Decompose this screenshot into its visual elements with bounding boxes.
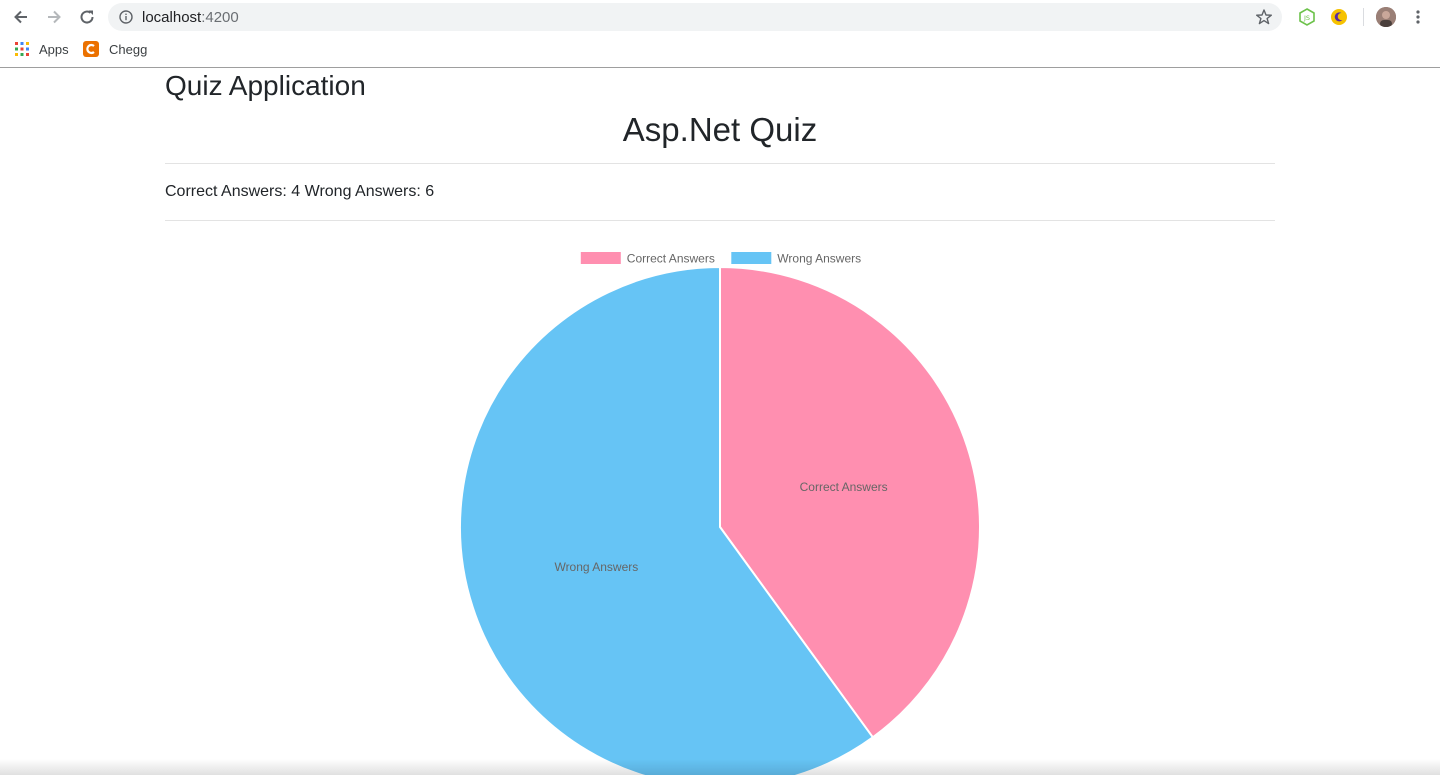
slice-label: Correct Answers [800, 480, 888, 494]
chegg-icon [83, 41, 99, 57]
window-bottom-shadow [0, 759, 1440, 775]
reload-icon[interactable] [75, 5, 99, 29]
bookmark-apps[interactable]: Apps [15, 40, 69, 58]
forward-arrow-icon[interactable] [42, 5, 66, 29]
bookmarks-bar: Apps Chegg [0, 34, 1440, 68]
quiz-title: Asp.Net Quiz [622, 111, 818, 148]
app-title: Quiz Application [165, 70, 366, 101]
apps-grid-icon [15, 42, 29, 56]
legend-swatch[interactable] [731, 252, 772, 264]
menu-kebab-icon[interactable] [1411, 8, 1425, 26]
browser-toolbar: localhost:4200 JS [0, 0, 1440, 34]
url-text[interactable]: localhost:4200 [142, 9, 239, 26]
back-arrow-icon[interactable] [9, 5, 33, 29]
score-summary: Correct Answers: 4 Wrong Answers: 6 [165, 182, 434, 202]
results-pie-chart: Correct Answers Wrong Answers Correct Answ… [459, 252, 981, 775]
wrong-label: Wrong Answers: [304, 183, 421, 200]
legend-label[interactable]: Correct Answers [627, 252, 715, 266]
profile-avatar[interactable] [1376, 7, 1396, 27]
info-icon[interactable] [119, 10, 133, 24]
divider [165, 163, 1275, 164]
slice-label: Wrong Answers [554, 560, 638, 574]
svg-text:JS: JS [1303, 14, 1310, 22]
toolbar-separator [1363, 8, 1364, 26]
bookmark-label: Apps [39, 41, 69, 57]
legend-label[interactable]: Wrong Answers [777, 252, 861, 266]
divider [165, 220, 1275, 221]
bookmark-star-icon[interactable] [1255, 8, 1273, 26]
nodejs-extension-icon[interactable]: JS [1298, 8, 1316, 26]
bookmark-label: Chegg [109, 41, 148, 57]
correct-count: 4 [291, 183, 301, 200]
address-bar[interactable]: localhost:4200 [108, 3, 1282, 31]
moon-extension-icon[interactable] [1330, 8, 1348, 26]
bookmark-chegg[interactable]: Chegg [83, 40, 147, 58]
correct-label: Correct Answers: [165, 183, 287, 200]
legend-swatch[interactable] [580, 252, 621, 264]
wrong-count: 6 [425, 183, 435, 200]
page-content: Quiz Application Asp.Net Quiz Correct An… [0, 68, 1440, 775]
